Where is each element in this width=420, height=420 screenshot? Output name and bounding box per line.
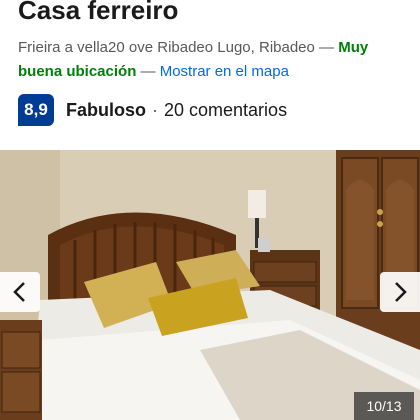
- next-photo-button[interactable]: [380, 272, 420, 312]
- property-title: Casa ferreiro: [18, 0, 179, 25]
- show-on-map-link[interactable]: Mostrar en el mapa: [160, 63, 289, 80]
- map-separator: —: [136, 63, 160, 80]
- review-count-link[interactable]: 20 comentarios: [164, 100, 287, 121]
- chevron-left-icon: [13, 282, 25, 302]
- address-separator: —: [314, 39, 339, 56]
- rating-row[interactable]: 8,9 Fabuloso · 20 comentarios: [18, 94, 287, 126]
- bedroom-photo: [0, 150, 420, 420]
- address-text: Frieira a vella20 ove Ribadeo Lugo, Riba…: [18, 39, 315, 56]
- photo-counter: 10/13: [354, 392, 414, 420]
- property-address-block: Frieira a vella20 ove Ribadeo Lugo, Riba…: [18, 36, 408, 84]
- chevron-right-icon: [395, 282, 407, 302]
- previous-photo-button[interactable]: [0, 272, 40, 312]
- photo-gallery[interactable]: 10/13: [0, 150, 420, 420]
- rating-word: Fabuloso: [66, 99, 146, 120]
- rating-separator: ·: [152, 99, 158, 120]
- review-score-badge: 8,9: [18, 94, 54, 126]
